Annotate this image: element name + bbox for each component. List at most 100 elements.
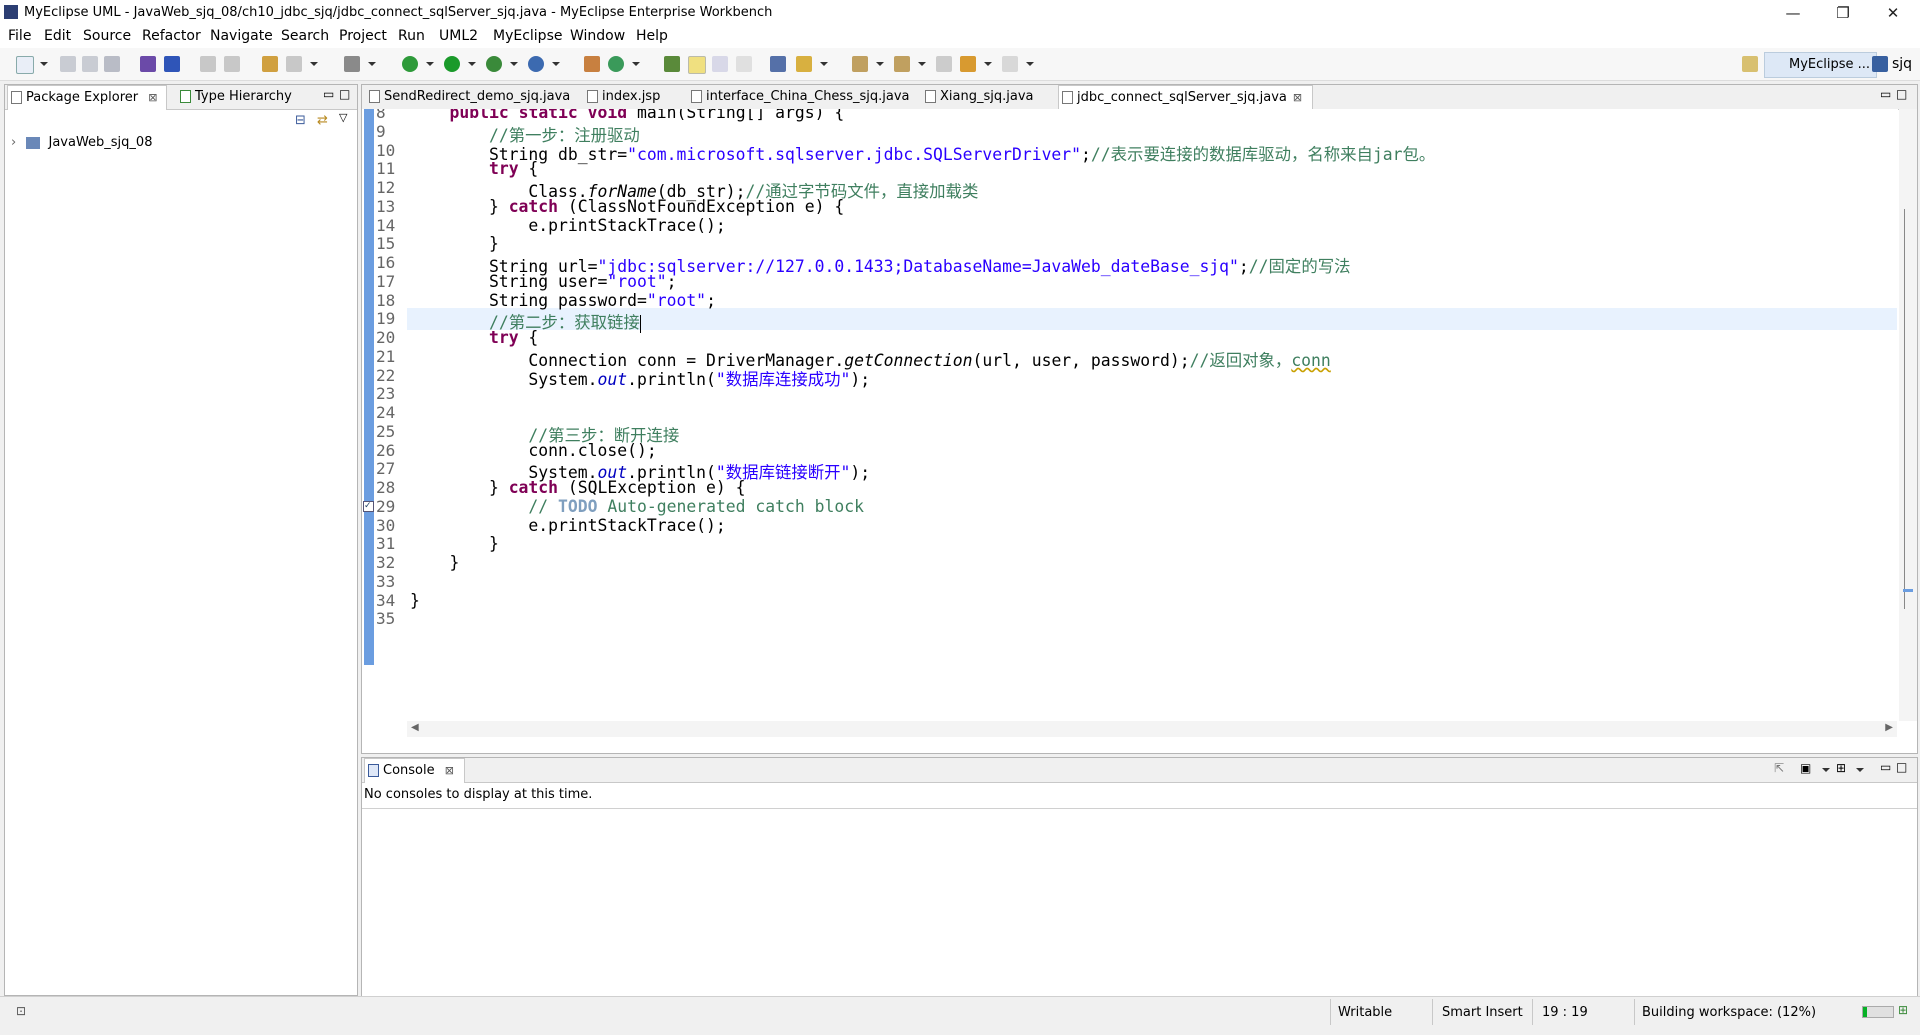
minimize-view-icon[interactable]: ▭ xyxy=(323,87,334,101)
menu-file[interactable]: File xyxy=(8,28,31,44)
run-icon[interactable] xyxy=(444,56,460,72)
deploy-icon[interactable] xyxy=(200,56,216,72)
progress-view-icon[interactable]: ⊞ xyxy=(1898,1003,1908,1017)
chevron-down-icon[interactable] xyxy=(918,62,926,66)
chevron-down-icon[interactable] xyxy=(632,62,640,66)
minimize-view-icon[interactable]: ▭ xyxy=(1880,760,1891,774)
perspective-myeclipse-button[interactable]: MyEclipse ... xyxy=(1764,52,1878,78)
menu-edit[interactable]: Edit xyxy=(44,28,71,44)
new-window-icon[interactable] xyxy=(344,56,360,72)
vertical-scrollbar[interactable] xyxy=(1899,109,1917,721)
close-tab-icon[interactable]: ⊠ xyxy=(148,91,157,104)
maximize-view-icon[interactable]: □ xyxy=(339,87,350,101)
progress-bar[interactable] xyxy=(1862,1006,1894,1018)
debug-icon[interactable] xyxy=(402,56,418,72)
pin-console-icon[interactable]: ⇱ xyxy=(1774,761,1784,775)
status-progress-text[interactable]: Building workspace: (12%) xyxy=(1642,1005,1816,1020)
close-button[interactable]: ✕ xyxy=(1873,2,1913,24)
fast-view-icon[interactable]: ⊡ xyxy=(16,1004,26,1018)
open-console-icon[interactable]: ⊞ xyxy=(1836,761,1846,775)
minimize-button[interactable]: — xyxy=(1773,2,1813,24)
chevron-down-icon[interactable] xyxy=(552,62,560,66)
menu-run[interactable]: Run xyxy=(398,28,425,44)
browser-icon[interactable] xyxy=(286,56,302,72)
tree-expander-icon[interactable]: › xyxy=(11,135,16,150)
chevron-down-icon[interactable] xyxy=(1026,62,1034,66)
menu-uml2[interactable]: UML2 xyxy=(439,28,478,44)
tab-index-jsp[interactable]: index.jsp xyxy=(584,85,660,109)
menu-myeclipse[interactable]: MyEclipse xyxy=(493,28,562,44)
menu-window[interactable]: Window xyxy=(570,28,625,44)
horizontal-scrollbar[interactable]: ◀ ▶ xyxy=(407,721,1897,737)
close-tab-icon[interactable]: ⊠ xyxy=(445,764,454,777)
server-icon[interactable] xyxy=(262,56,278,72)
print-icon[interactable] xyxy=(104,56,120,72)
code-line[interactable]: } xyxy=(410,534,499,553)
code-area[interactable]: 8 public static void main(String[] args)… xyxy=(362,109,1898,721)
tab-jdbc-connect[interactable]: jdbc_connect_sqlServer_sjq.java ⊠ xyxy=(1058,85,1314,110)
back-icon[interactable] xyxy=(960,56,976,72)
forward-icon[interactable] xyxy=(1002,56,1018,72)
code-line[interactable]: System.out.println("数据库连接成功"); xyxy=(410,366,870,390)
next-annotation-icon[interactable] xyxy=(852,56,868,72)
code-line[interactable]: try { xyxy=(410,328,538,347)
code-line[interactable]: String password="root"; xyxy=(410,291,716,310)
scroll-right-icon[interactable]: ▶ xyxy=(1885,722,1893,733)
collapse-all-icon[interactable]: ⊟ xyxy=(295,113,306,128)
overview-marker[interactable] xyxy=(1903,589,1913,592)
open-resource-icon[interactable] xyxy=(164,56,180,72)
last-edit-location-icon[interactable] xyxy=(936,56,952,72)
chevron-down-icon[interactable] xyxy=(310,62,318,66)
code-line[interactable]: conn.close(); xyxy=(410,441,656,460)
code-line[interactable]: String user="root"; xyxy=(410,272,677,291)
chevron-down-icon[interactable] xyxy=(368,62,376,66)
menu-refactor[interactable]: Refactor xyxy=(142,28,201,44)
tab-interface-china-chess[interactable]: interface_China_Chess_sjq.java xyxy=(688,85,909,109)
show-whitespace-icon[interactable] xyxy=(736,56,752,72)
menu-source[interactable]: Source xyxy=(83,28,131,44)
new-file-icon[interactable] xyxy=(16,56,34,74)
link-with-editor-icon[interactable]: ⇄ xyxy=(317,113,328,128)
display-console-icon[interactable]: ▣ xyxy=(1800,761,1811,775)
restore-button[interactable]: ❐ xyxy=(1823,2,1863,24)
user-label[interactable]: sjq xyxy=(1892,56,1912,72)
code-line[interactable]: try { xyxy=(410,159,538,178)
open-type-icon[interactable] xyxy=(140,56,156,72)
chevron-down-icon[interactable] xyxy=(984,62,992,66)
block-selection-icon[interactable] xyxy=(712,56,728,72)
scroll-thumb[interactable] xyxy=(1904,209,1912,609)
code-line[interactable]: } xyxy=(410,553,459,572)
open-perspective-button-icon[interactable] xyxy=(1742,56,1758,72)
minimize-view-icon[interactable]: ▭ xyxy=(1880,87,1891,101)
tab-console[interactable]: Console ⊠ xyxy=(364,758,465,783)
new-class-icon[interactable] xyxy=(608,56,624,72)
code-line[interactable]: } xyxy=(410,234,499,253)
tab-type-hierarchy[interactable]: Type Hierarchy xyxy=(177,85,292,109)
menu-help[interactable]: Help xyxy=(636,28,668,44)
view-menu-icon[interactable]: ▽ xyxy=(339,111,347,124)
code-line[interactable]: String db_str="com.microsoft.sqlserver.j… xyxy=(410,141,1435,165)
code-line[interactable]: } xyxy=(410,591,420,610)
new-java-package-icon[interactable] xyxy=(584,56,600,72)
menu-search[interactable]: Search xyxy=(281,28,329,44)
edit-icon[interactable] xyxy=(796,56,812,72)
open-perspective-icon[interactable] xyxy=(770,56,786,72)
code-line[interactable]: } catch (SQLException e) { xyxy=(410,478,746,497)
tab-xiang[interactable]: Xiang_sjq.java xyxy=(922,85,1033,109)
scroll-left-icon[interactable]: ◀ xyxy=(411,722,419,733)
chevron-down-icon[interactable] xyxy=(1822,768,1830,772)
chevron-down-icon[interactable] xyxy=(426,62,434,66)
task-marker-icon[interactable]: ✓ xyxy=(363,500,374,512)
menu-navigate[interactable]: Navigate xyxy=(210,28,273,44)
coverage-icon[interactable] xyxy=(528,56,544,72)
run-external-icon[interactable] xyxy=(486,56,502,72)
tab-sendredirect[interactable]: SendRedirect_demo_sjq.java xyxy=(366,85,570,109)
code-line[interactable]: public static void main(String[] args) { xyxy=(410,109,844,122)
search-icon[interactable] xyxy=(664,56,680,72)
maximize-view-icon[interactable]: □ xyxy=(1896,760,1907,774)
maximize-view-icon[interactable]: □ xyxy=(1896,87,1907,101)
chevron-down-icon[interactable] xyxy=(820,62,828,66)
previous-annotation-icon[interactable] xyxy=(894,56,910,72)
chevron-down-icon[interactable] xyxy=(876,62,884,66)
code-line[interactable]: // TODO Auto-generated catch block xyxy=(410,497,864,516)
